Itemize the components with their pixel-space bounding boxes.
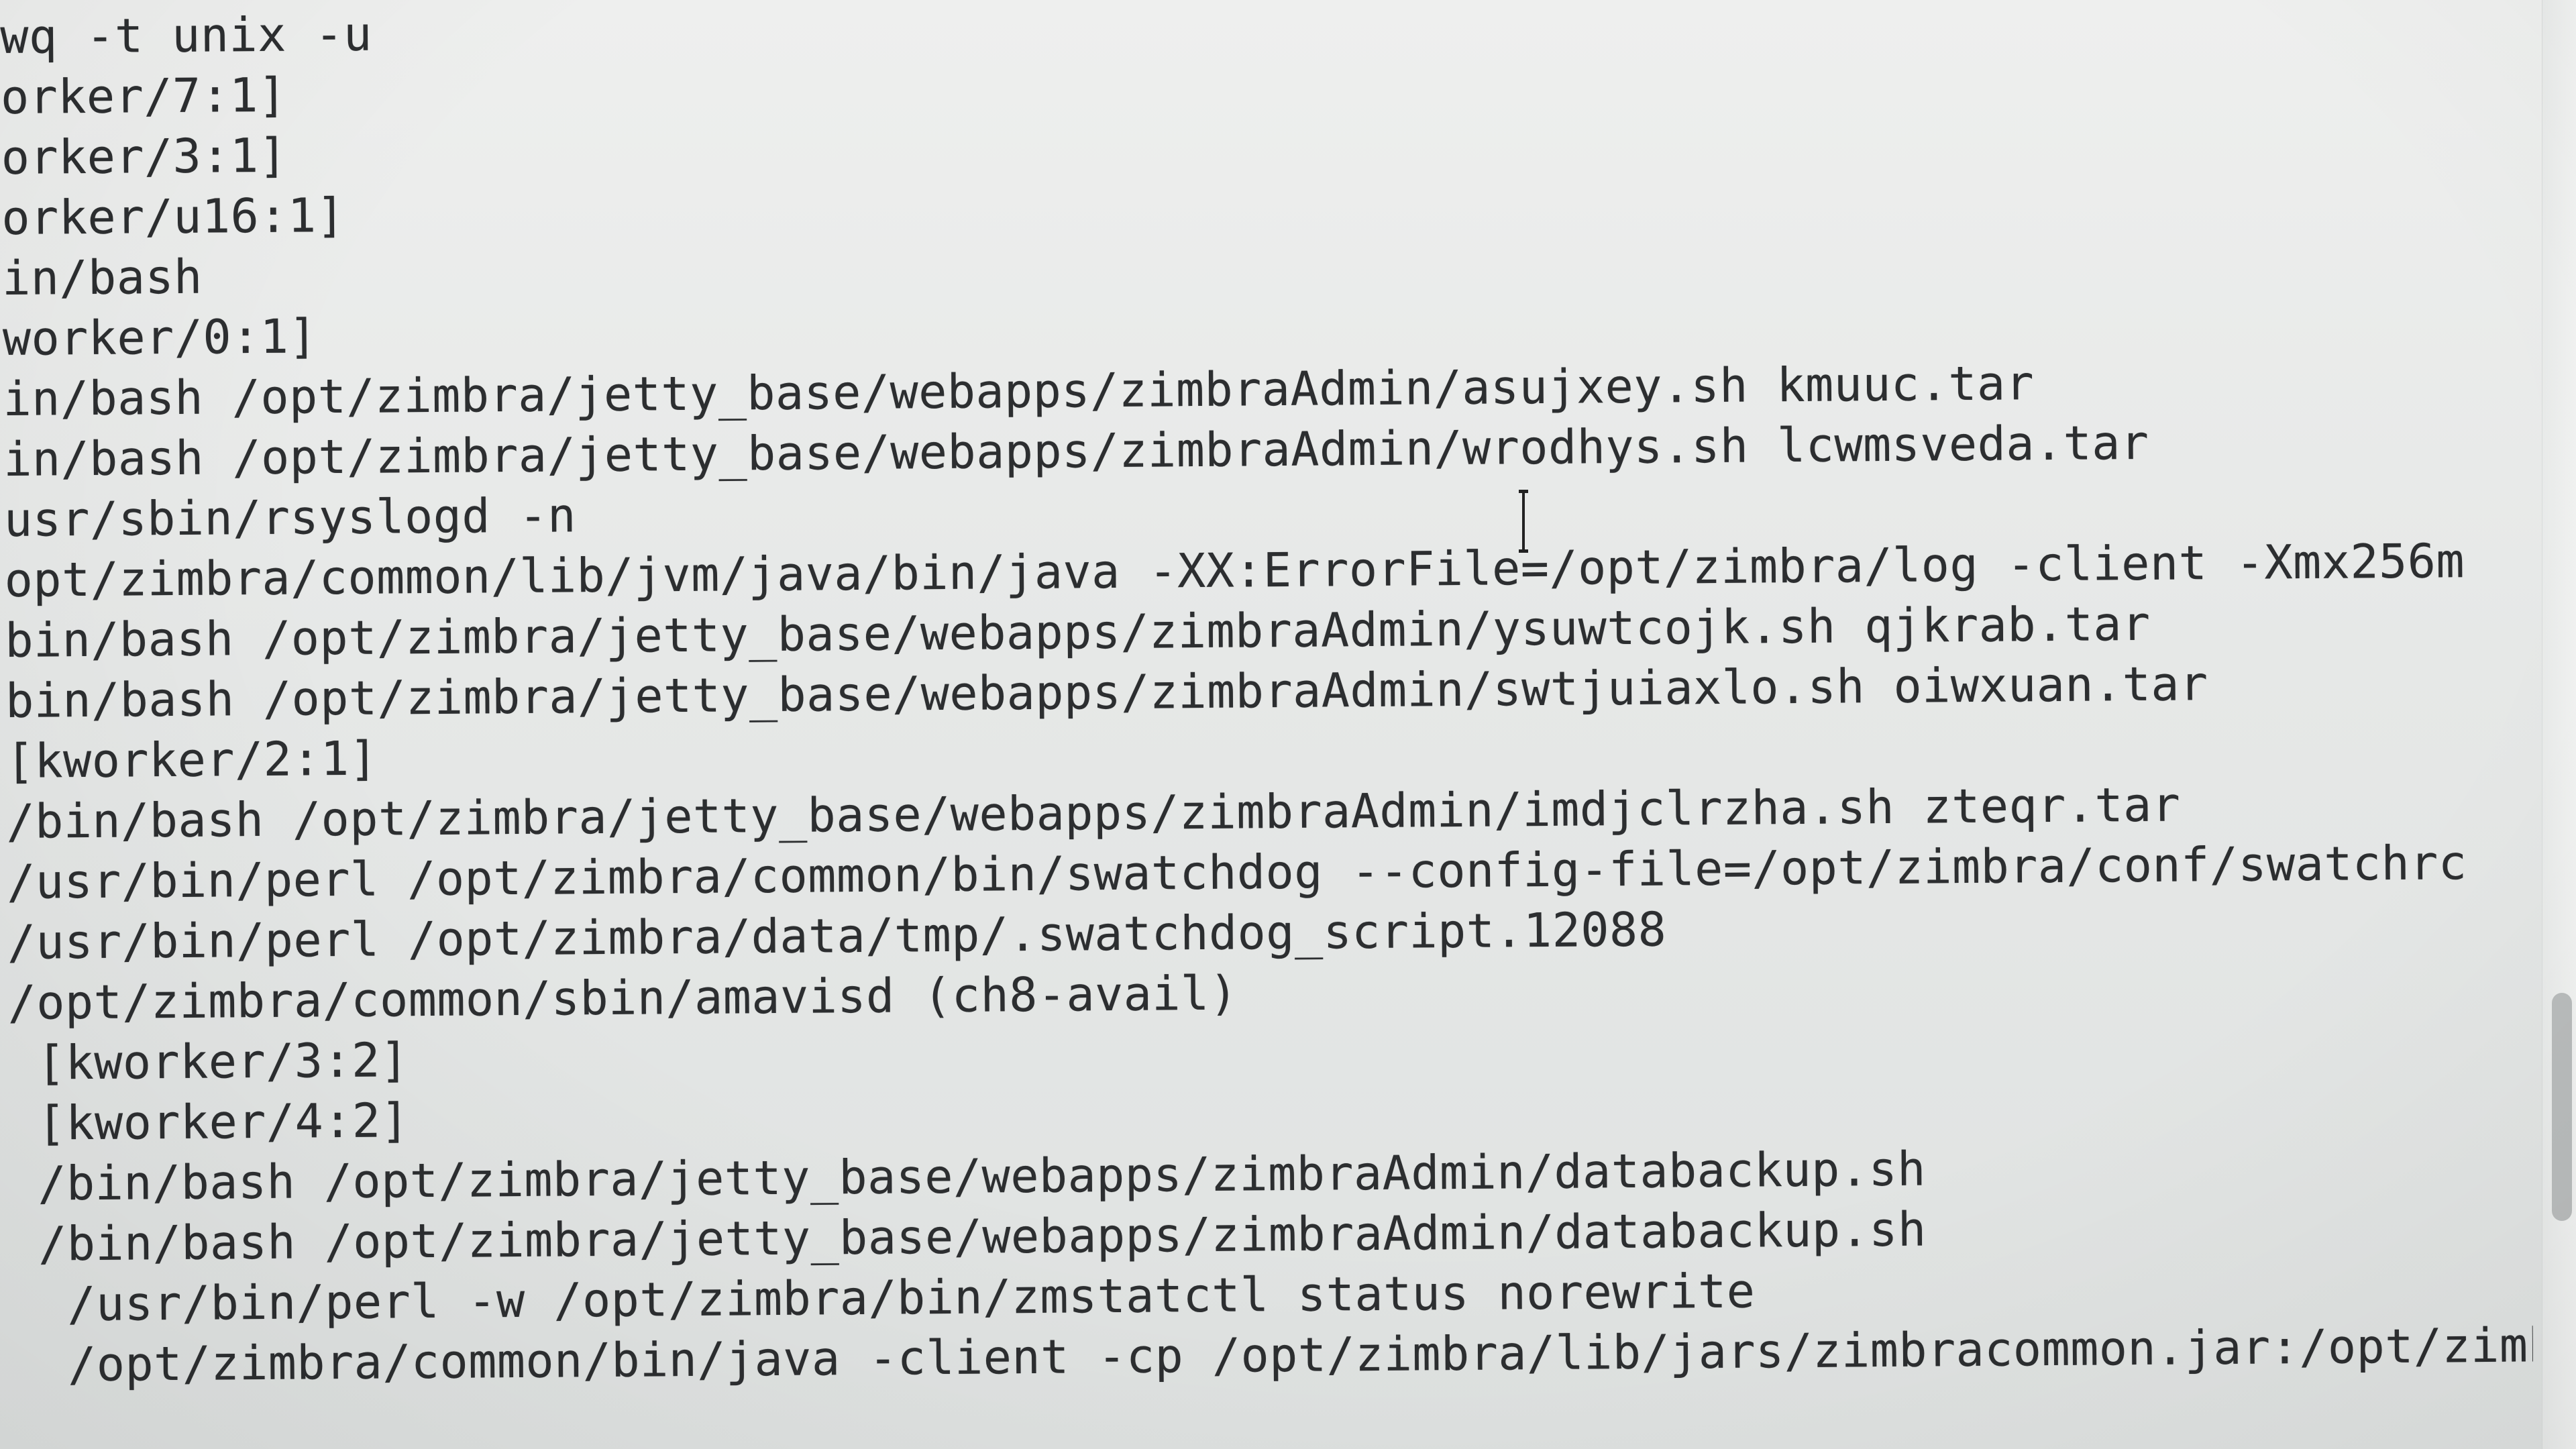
text-cursor-stem xyxy=(1522,492,1525,551)
scrollbar-thumb[interactable] xyxy=(2552,993,2572,1221)
scrollbar-track[interactable] xyxy=(2542,0,2576,1449)
text-cursor-icon xyxy=(1513,490,1534,553)
terminal-window[interactable]: wq -t unix -u orker/7:1] orker/3:1] orke… xyxy=(0,0,2576,1449)
terminal-output[interactable]: wq -t unix -u orker/7:1] orker/3:1] orke… xyxy=(0,0,2534,1449)
